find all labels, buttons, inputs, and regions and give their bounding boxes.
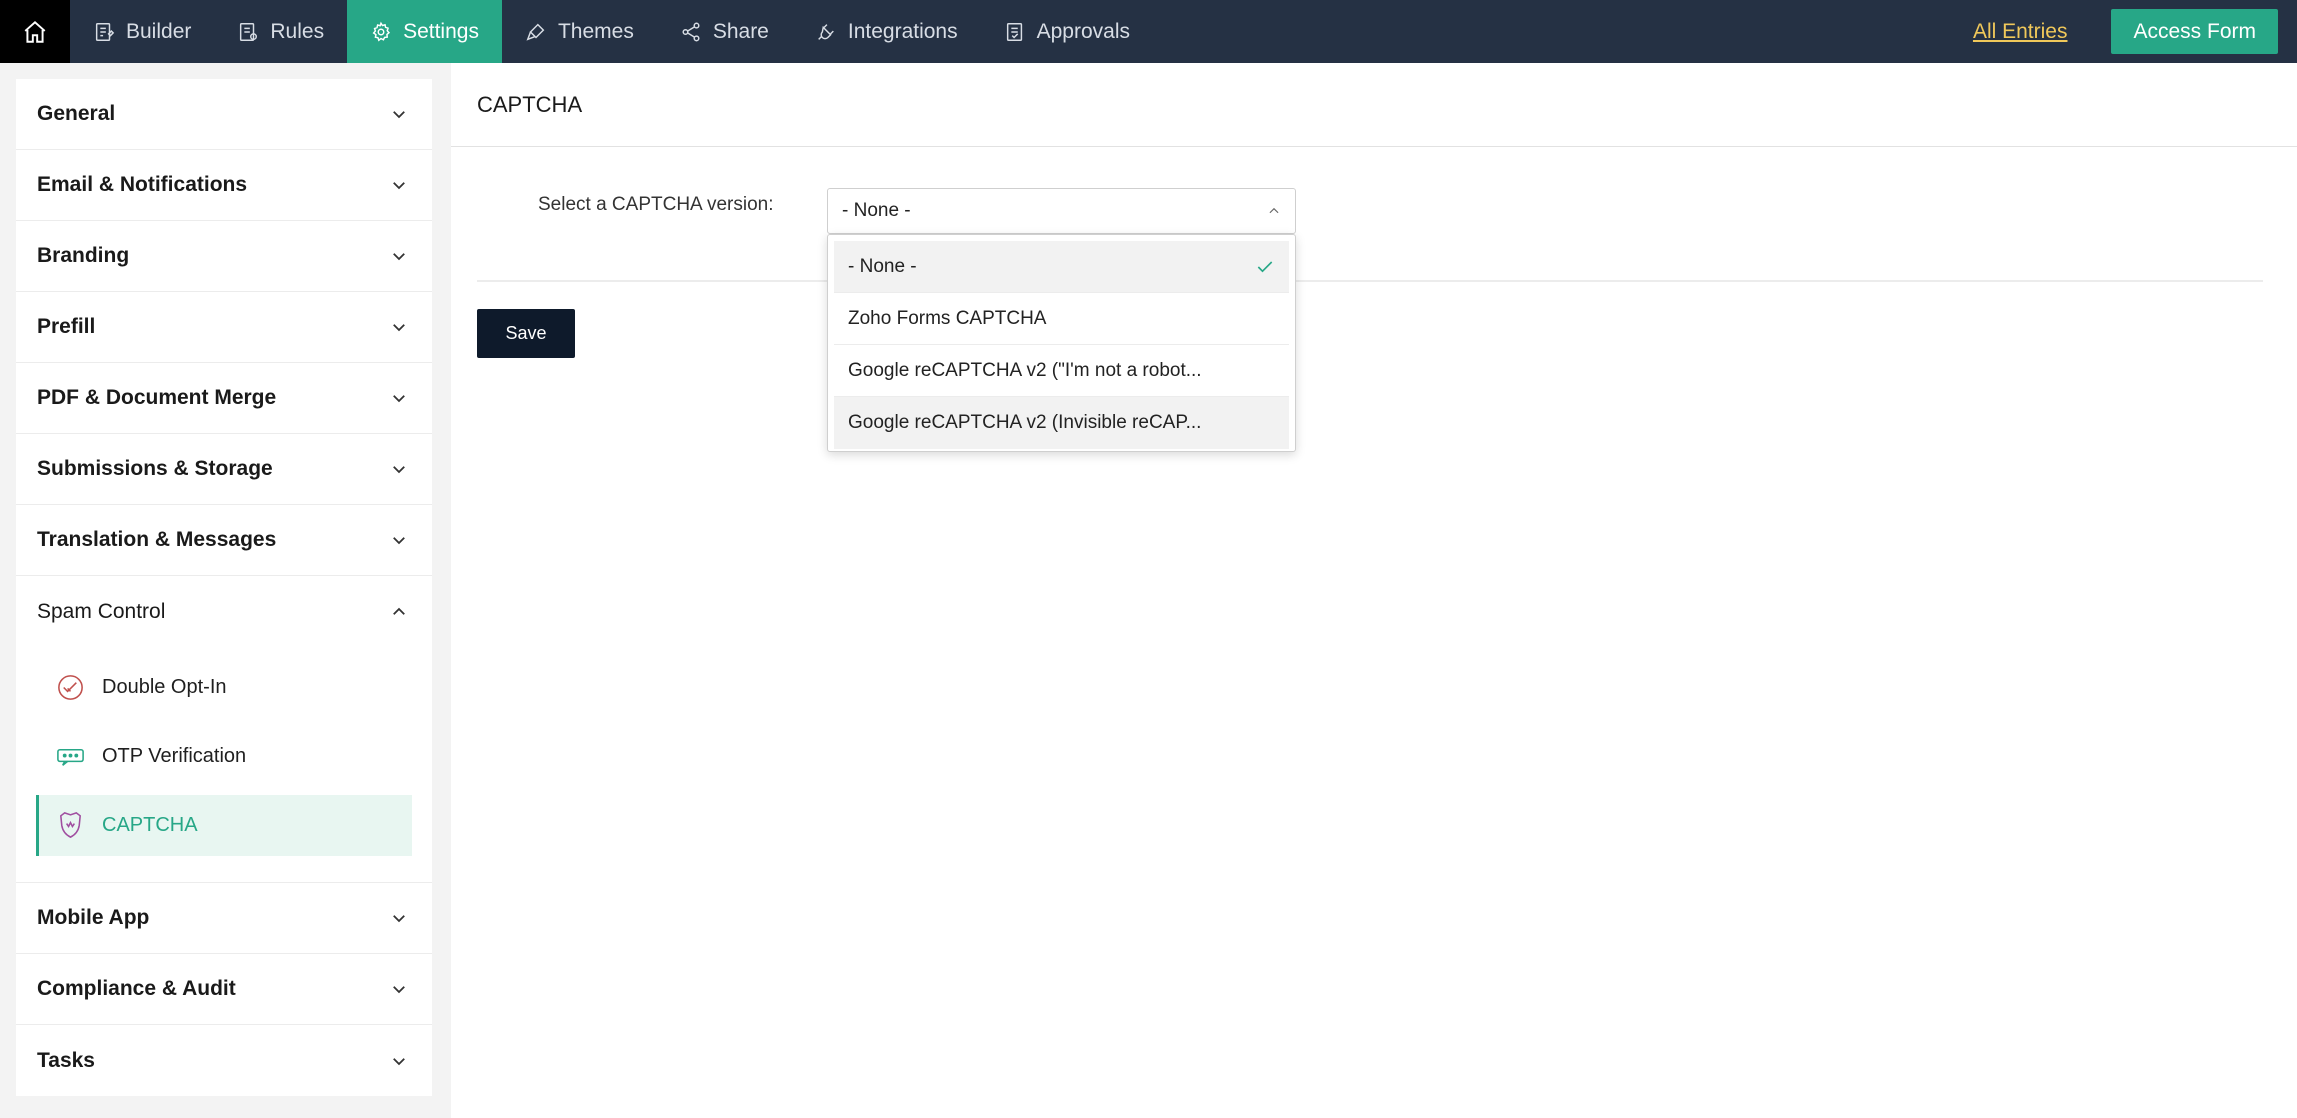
save-button[interactable]: Save — [477, 309, 575, 358]
builder-icon — [95, 22, 115, 41]
nav-approvals[interactable]: Approvals — [981, 0, 1153, 63]
access-form-button[interactable]: Access Form — [2111, 9, 2278, 54]
sidebar-section-pdf-document-merge[interactable]: PDF & Document Merge — [16, 363, 432, 434]
chevron-down-icon — [393, 324, 405, 332]
captcha-version-dropdown: - None - Zoho Forms CAPTCHA Google reCAP… — [827, 234, 1296, 452]
sidebar-item-label: OTP Verification — [102, 745, 247, 767]
option-label: Google reCAPTCHA v2 (Invisible reCAP... — [848, 412, 1202, 433]
sidebar-item-captcha[interactable]: CAPTCHA — [36, 795, 412, 856]
captcha-version-select[interactable]: - None - — [827, 188, 1296, 234]
sidebar-section-label: Spam Control — [37, 599, 166, 623]
sidebar-section-label: Branding — [37, 244, 130, 267]
nav-approvals-label: Approvals — [1036, 19, 1131, 43]
sidebar-item-label: CAPTCHA — [102, 814, 198, 836]
main-nav: Builder Rules Settings Themes Share Inte… — [70, 0, 1153, 63]
approvals-icon — [1006, 22, 1022, 41]
option-label: Zoho Forms CAPTCHA — [848, 307, 1047, 329]
all-entries-link[interactable]: All Entries — [1973, 20, 2068, 44]
rules-icon — [240, 22, 258, 41]
chevron-down-icon — [393, 182, 405, 190]
sidebar-section-general[interactable]: General — [16, 79, 432, 150]
sidebar-section-label: Tasks — [37, 1048, 95, 1072]
home-icon — [24, 20, 46, 43]
option-label: - None - — [848, 255, 917, 277]
gear-icon — [372, 21, 391, 41]
check-icon — [1257, 260, 1273, 272]
nav-settings-label: Settings — [403, 19, 479, 43]
sidebar-section-tasks[interactable]: Tasks — [16, 1025, 432, 1096]
sidebar-section-submissions-storage[interactable]: Submissions & Storage — [16, 434, 432, 505]
sidebar-section-email-notifications[interactable]: Email & Notifications — [16, 150, 432, 221]
dropdown-option-none[interactable]: - None - — [834, 241, 1289, 293]
otp-icon — [57, 748, 84, 766]
sidebar-section-mobile-app[interactable]: Mobile App — [16, 883, 432, 954]
sidebar-item-label: Double Opt-In — [102, 676, 227, 698]
chevron-down-icon — [393, 395, 405, 403]
plug-icon — [818, 23, 834, 40]
dropdown-option-recaptcha-v2-invisible[interactable]: Google reCAPTCHA v2 (Invisible reCAP... — [834, 397, 1289, 449]
nav-integrations-label: Integrations — [847, 19, 958, 43]
nav-builder[interactable]: Builder — [70, 0, 214, 63]
nav-builder-label: Builder — [126, 19, 192, 43]
spam-control-items: Double Opt-In OTP Verification CAPTCHA — [16, 647, 432, 883]
divider — [477, 280, 2263, 282]
sidebar-section-translation-messages[interactable]: Translation & Messages — [16, 505, 432, 576]
chevron-down-icon — [393, 466, 405, 474]
nav-share-label: Share — [712, 19, 769, 43]
chevron-up-icon — [393, 607, 405, 615]
top-navigation-bar: Builder Rules Settings Themes Share Inte… — [0, 0, 2297, 63]
sidebar-section-label: Email & Notifications — [37, 173, 248, 196]
sidebar-section-label: Mobile App — [37, 906, 150, 929]
chevron-down-icon — [393, 915, 405, 923]
home-button[interactable] — [0, 0, 70, 63]
sidebar-section-label: Translation & Messages — [37, 528, 277, 551]
sidebar-section-label: Compliance & Audit — [37, 977, 236, 1000]
sidebar-section-branding[interactable]: Branding — [16, 221, 432, 292]
sidebar-section-label: General — [37, 102, 116, 125]
main-panel: CAPTCHA Select a CAPTCHA version: - None… — [451, 63, 2297, 1118]
captcha-shield-icon — [59, 812, 82, 838]
dropdown-option-recaptcha-v2-checkbox[interactable]: Google reCAPTCHA v2 ("I'm not a robot... — [834, 345, 1289, 397]
sidebar-section-prefill[interactable]: Prefill — [16, 292, 432, 363]
chevron-up-icon — [1269, 207, 1279, 214]
sidebar-item-double-opt-in[interactable]: Double Opt-In — [36, 657, 412, 718]
nav-themes-label: Themes — [557, 19, 634, 43]
chevron-down-icon — [393, 111, 405, 119]
brush-icon — [526, 23, 545, 41]
page-title: CAPTCHA — [451, 63, 2297, 147]
sidebar-section-compliance-audit[interactable]: Compliance & Audit — [16, 954, 432, 1025]
sidebar-section-label: Prefill — [37, 315, 96, 338]
double-opt-in-icon — [58, 675, 83, 700]
sidebar-section-label: PDF & Document Merge — [37, 386, 277, 409]
sidebar-section-label: Submissions & Storage — [37, 457, 273, 480]
sidebar-section-spam-control[interactable]: Spam Control — [16, 576, 432, 647]
captcha-version-label: Select a CAPTCHA version: — [538, 194, 774, 215]
nav-share[interactable]: Share — [657, 0, 792, 63]
dropdown-option-zoho-captcha[interactable]: Zoho Forms CAPTCHA — [834, 293, 1289, 345]
share-icon — [682, 22, 700, 41]
sidebar-item-otp-verification[interactable]: OTP Verification — [36, 726, 412, 787]
chevron-down-icon — [393, 1057, 405, 1065]
chevron-down-icon — [393, 986, 405, 994]
nav-themes[interactable]: Themes — [502, 0, 657, 63]
chevron-down-icon — [393, 537, 405, 545]
top-right-actions: All Entries Access Form — [1973, 0, 2297, 63]
nav-rules-label: Rules — [270, 19, 325, 43]
option-label: Google reCAPTCHA v2 ("I'm not a robot... — [848, 359, 1202, 381]
nav-integrations[interactable]: Integrations — [792, 0, 981, 63]
chevron-down-icon — [393, 253, 405, 261]
select-value: - None - — [842, 200, 911, 221]
settings-sidebar: General Email & Notifications Branding P… — [16, 79, 432, 1096]
nav-settings[interactable]: Settings — [347, 0, 502, 63]
nav-rules[interactable]: Rules — [214, 0, 347, 63]
